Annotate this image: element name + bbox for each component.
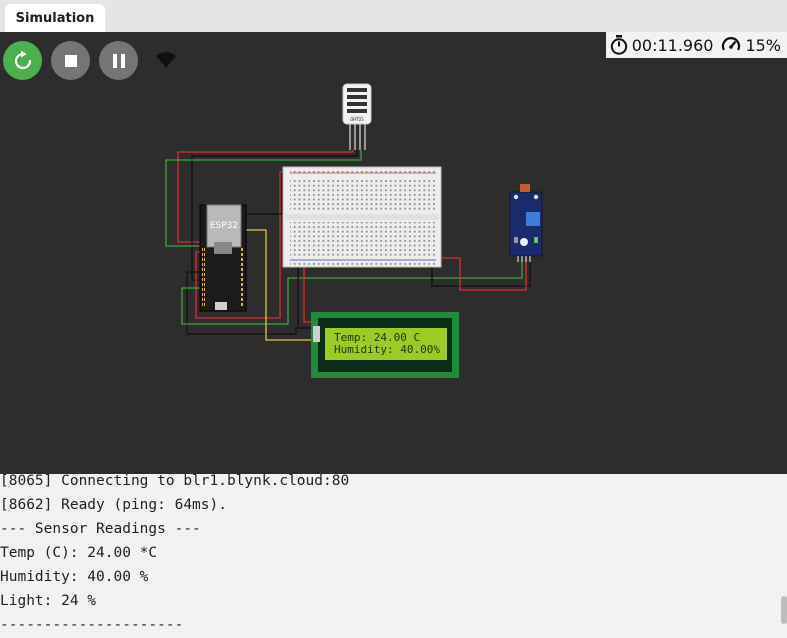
circuit-diagram <box>165 83 543 378</box>
lcd-line-1: Temp: 24.00 C <box>334 331 421 344</box>
console-scrollbar[interactable] <box>780 474 787 638</box>
breadboard <box>282 166 442 268</box>
scrollbar-thumb[interactable] <box>781 596 787 624</box>
serial-monitor[interactable]: [8065] Connecting to blr1.blynk.cloud:80… <box>0 474 787 638</box>
console-line: [8662] Ready (ping: 64ms). <box>0 497 227 513</box>
console-line: Temp (C): 24.00 *C <box>0 545 158 561</box>
tab-bar: Simulation <box>0 0 787 32</box>
console-line: --- Sensor Readings --- <box>0 521 201 537</box>
esp32-label: ESP32 <box>209 221 239 231</box>
console-line: Humidity: 40.00 % <box>0 569 149 585</box>
console-line: [8065] Connecting to blr1.blynk.cloud:80 <box>0 474 350 489</box>
lcd-line-2: Humidity: 40.00% <box>334 343 440 356</box>
simulation-canvas[interactable]: 00:11.960 15% DHT22 ESP32 Temp: 24.00 C … <box>0 32 787 474</box>
console-line: Light: 24 % <box>0 593 97 609</box>
light-sensor-module <box>509 184 543 262</box>
wire-black <box>431 258 531 287</box>
wire-red <box>432 257 527 291</box>
dht22-label: DHT22 <box>350 117 364 122</box>
console-line: --------------------- <box>0 617 184 633</box>
tab-simulation[interactable]: Simulation <box>5 4 105 32</box>
